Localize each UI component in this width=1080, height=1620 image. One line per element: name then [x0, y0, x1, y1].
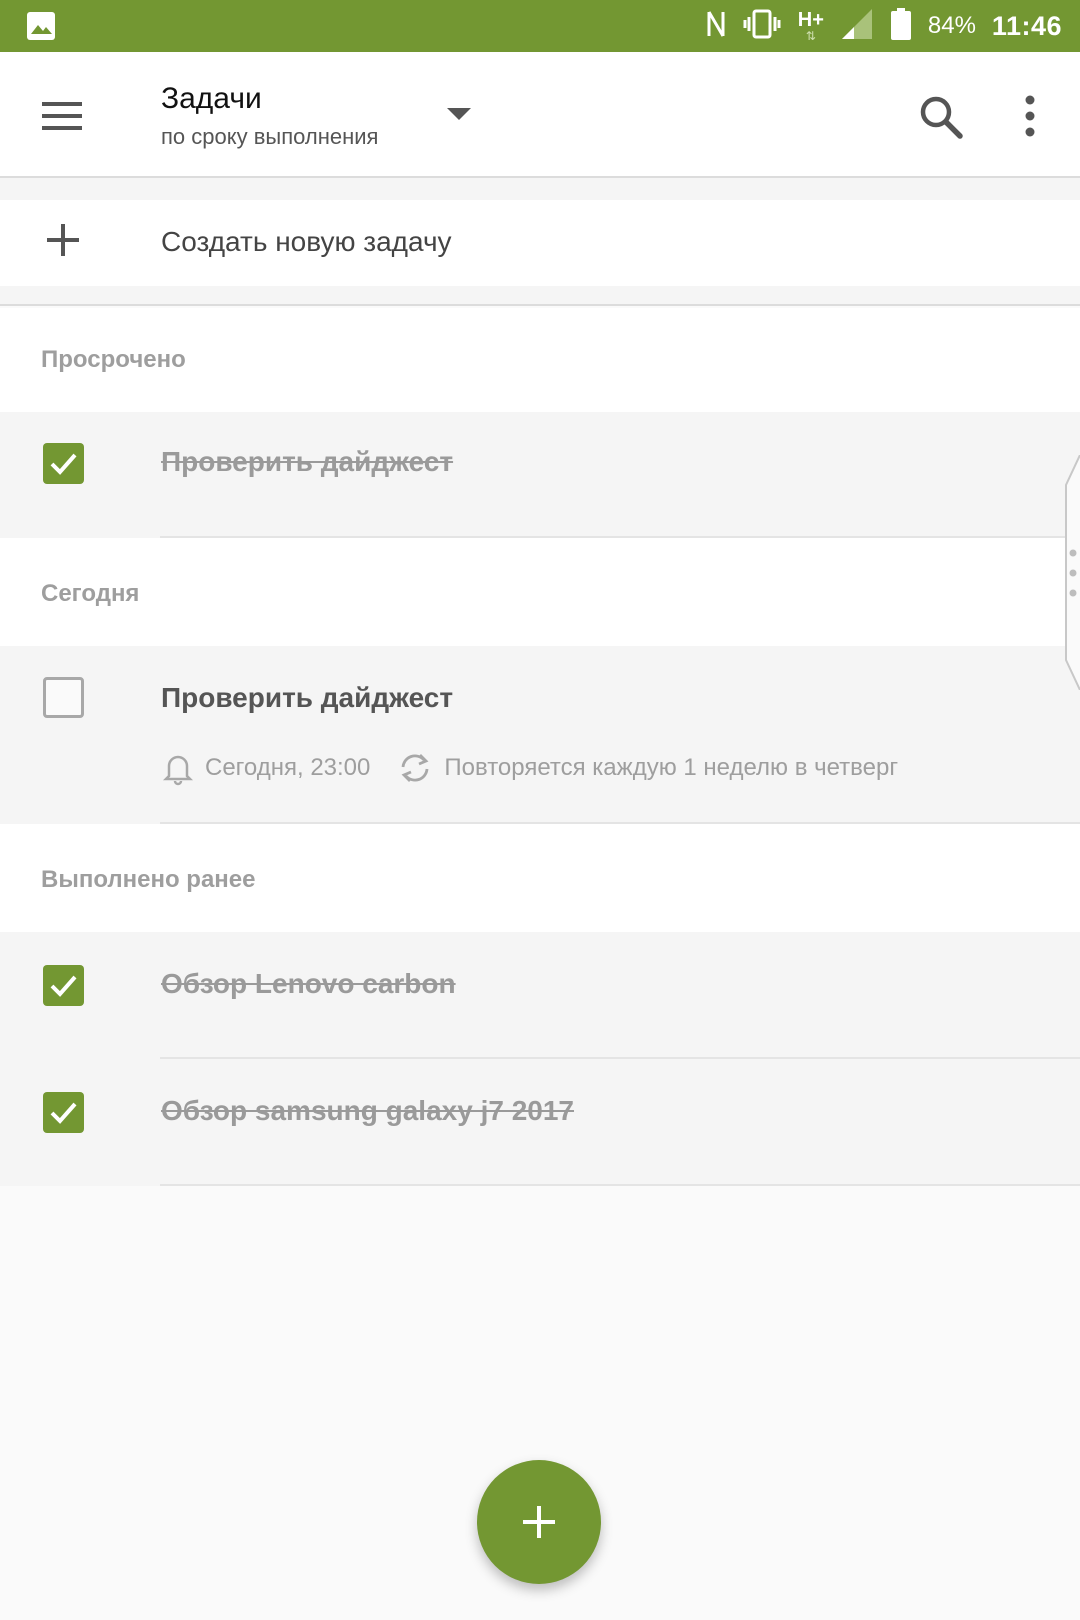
- task-title: Обзор Lenovo carbon: [161, 968, 456, 999]
- dropdown-arrow-icon[interactable]: [444, 104, 474, 126]
- section-header-overdue: Просрочено: [0, 308, 1080, 412]
- side-panel-handle[interactable]: [1064, 454, 1080, 691]
- view-selector[interactable]: Задачи по сроку выполнения: [161, 82, 378, 150]
- section-header-today: Сегодня: [0, 538, 1080, 646]
- add-task-fab[interactable]: [477, 1460, 601, 1584]
- task-reminder: Сегодня, 23:00: [161, 750, 370, 786]
- divider: [160, 1184, 1080, 1186]
- menu-icon[interactable]: [38, 92, 86, 140]
- image-icon: [26, 11, 56, 46]
- battery-icon: [890, 7, 912, 46]
- task-row[interactable]: Проверить дайджест Сегодня, 23:00 Повтор…: [0, 646, 1080, 824]
- plus-icon: [44, 221, 82, 259]
- vibrate-icon: [742, 9, 782, 44]
- app-bar: Задачи по сроку выполнения: [0, 52, 1080, 178]
- task-title: Проверить дайджест: [161, 446, 454, 477]
- plus-icon: [523, 1506, 555, 1538]
- repeat-icon: [401, 754, 429, 782]
- clock: 11:46: [991, 10, 1062, 41]
- task-title: Проверить дайджест: [161, 682, 454, 713]
- nfc-icon: [706, 9, 726, 44]
- battery-percent: 84%: [927, 12, 976, 39]
- task-repeat: Повторяется каждую 1 неделю в четверг: [396, 751, 898, 785]
- bell-icon: [162, 755, 194, 786]
- task-row[interactable]: Проверить дайджест: [0, 412, 1080, 538]
- create-task-row[interactable]: Создать новую задачу: [0, 200, 1080, 286]
- task-title: Обзор samsung galaxy j7 2017: [161, 1095, 574, 1126]
- signal-icon: [840, 7, 874, 46]
- task-checkbox[interactable]: [43, 1092, 84, 1133]
- task-checkbox[interactable]: [43, 965, 84, 1006]
- task-checkbox[interactable]: [43, 677, 84, 718]
- create-task-label: Создать новую задачу: [161, 226, 452, 257]
- status-bar: H+ ⇅ 84% 11:46: [0, 0, 1080, 52]
- spacer: [0, 286, 1080, 306]
- page-title: Задачи: [161, 82, 262, 115]
- search-icon[interactable]: [916, 92, 966, 142]
- spacer: [0, 178, 1080, 200]
- task-row[interactable]: Обзор Lenovo carbon: [0, 932, 1080, 1059]
- more-vert-icon[interactable]: [1018, 92, 1042, 140]
- network-type: H+ ⇅: [797, 9, 824, 43]
- task-checkbox[interactable]: [43, 443, 84, 484]
- section-header-done-earlier: Выполнено ранее: [0, 824, 1080, 932]
- task-row[interactable]: Обзор samsung galaxy j7 2017: [0, 1059, 1080, 1186]
- page-subtitle: по сроку выполнения: [161, 124, 379, 149]
